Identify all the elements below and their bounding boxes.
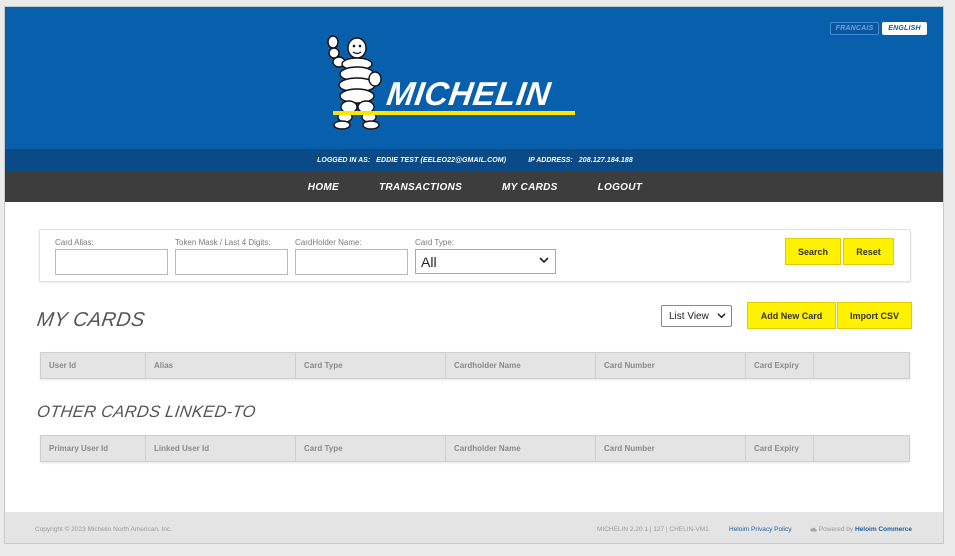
logo-underline — [333, 111, 575, 115]
nav-logout[interactable]: LOGOUT — [598, 182, 643, 193]
nav-my-cards[interactable]: MY CARDS — [502, 182, 558, 193]
search-button[interactable]: Search — [785, 238, 841, 265]
copyright-text: Copyright © 2023 Michelin North American… — [35, 526, 173, 533]
footer: Copyright © 2023 Michelin North American… — [5, 512, 943, 543]
language-french-button[interactable]: FRANCAIS — [830, 22, 879, 35]
my-cards-table-header: User Id Alias Card Type Cardholder Name … — [40, 352, 910, 379]
token-mask-label: Token Mask / Last 4 Digits: — [175, 238, 271, 247]
chevron-down-icon — [717, 313, 726, 319]
column-header-card-type[interactable]: Card Type — [296, 353, 446, 378]
powered-by-label: Powered by — [818, 526, 854, 533]
powered-by-brand-link[interactable]: Heloim Commerce — [855, 526, 912, 533]
token-mask-field: Token Mask / Last 4 Digits: — [175, 238, 288, 275]
reset-button[interactable]: Reset — [843, 238, 894, 265]
cardholder-name-input[interactable] — [295, 249, 408, 275]
view-mode-value: List View — [669, 310, 709, 322]
other-cards-title: OTHER CARDS LINKED-TO — [35, 403, 258, 421]
header-banner: FRANCAIS ENGLISH MICHELIN — [5, 7, 943, 149]
column-header-primary-user-id[interactable]: Primary User Id — [41, 436, 146, 461]
column-header-actions — [814, 353, 909, 378]
bibendum-mascot-icon — [327, 35, 382, 130]
view-mode-select[interactable]: List View — [661, 305, 732, 327]
column-header-card-number[interactable]: Card Number — [596, 353, 746, 378]
main-nav: HOME TRANSACTIONS MY CARDS LOGOUT — [5, 172, 943, 202]
page-frame: FRANCAIS ENGLISH MICHELIN LOGGED IN AS: … — [4, 6, 944, 544]
nav-home[interactable]: HOME — [308, 182, 339, 193]
user-info-bar: LOGGED IN AS: EDDIE TEST (EELEO22@GMAIL.… — [5, 149, 943, 172]
ip-address-info: IP ADDRESS: 208.127.184.188 — [528, 157, 633, 164]
chevron-down-icon — [539, 257, 549, 264]
version-text: MICHELIN 2.20.1 | 127 | CHELIN-VM1 — [597, 526, 709, 533]
add-new-card-button[interactable]: Add New Card — [747, 302, 836, 329]
cardholder-name-field: CardHolder Name: — [295, 238, 408, 275]
ip-address-label: IP ADDRESS: — [528, 157, 573, 164]
logged-in-user: EDDIE TEST (EELEO22@GMAIL.COM) — [376, 157, 507, 164]
column-header-card-expiry[interactable]: Card Expiry — [746, 353, 814, 378]
my-cards-title: MY CARDS — [35, 309, 147, 331]
card-type-value: All — [421, 253, 437, 270]
card-filter-panel: Card Alias: Token Mask / Last 4 Digits: … — [39, 229, 911, 282]
privacy-policy-link[interactable]: Heloim Privacy Policy — [729, 526, 792, 533]
column-header-alias[interactable]: Alias — [146, 353, 296, 378]
column-header-user-id[interactable]: User Id — [41, 353, 146, 378]
logged-in-label: LOGGED IN AS: — [317, 157, 371, 164]
column-header-card-type[interactable]: Card Type — [296, 436, 446, 461]
column-header-cardholder-name[interactable]: Cardholder Name — [446, 436, 596, 461]
cardholder-name-label: CardHolder Name: — [295, 238, 362, 247]
card-type-field: Card Type: All — [415, 238, 556, 274]
language-english-button[interactable]: ENGLISH — [882, 22, 927, 35]
ip-address-value: 208.127.184.188 — [578, 157, 633, 164]
card-type-select[interactable]: All — [415, 249, 556, 274]
column-header-actions — [814, 436, 909, 461]
card-alias-input[interactable] — [55, 249, 168, 275]
logged-in-info: LOGGED IN AS: EDDIE TEST (EELEO22@GMAIL.… — [317, 157, 506, 164]
michelin-logo[interactable]: MICHELIN — [323, 35, 618, 131]
other-cards-table-header: Primary User Id Linked User Id Card Type… — [40, 435, 910, 462]
column-header-cardholder-name[interactable]: Cardholder Name — [446, 353, 596, 378]
import-csv-button[interactable]: Import CSV — [837, 302, 912, 329]
column-header-card-expiry[interactable]: Card Expiry — [746, 436, 814, 461]
column-header-card-number[interactable]: Card Number — [596, 436, 746, 461]
michelin-wordmark: MICHELIN — [384, 75, 554, 112]
card-type-label: Card Type: — [415, 238, 454, 247]
card-alias-field: Card Alias: — [55, 238, 168, 275]
column-header-linked-user-id[interactable]: Linked User Id — [146, 436, 296, 461]
token-mask-input[interactable] — [175, 249, 288, 275]
card-alias-label: Card Alias: — [55, 238, 94, 247]
powered-by: Powered by Heloim Commerce — [810, 526, 912, 533]
nav-transactions[interactable]: TRANSACTIONS — [379, 182, 462, 193]
cloud-icon — [810, 527, 817, 532]
